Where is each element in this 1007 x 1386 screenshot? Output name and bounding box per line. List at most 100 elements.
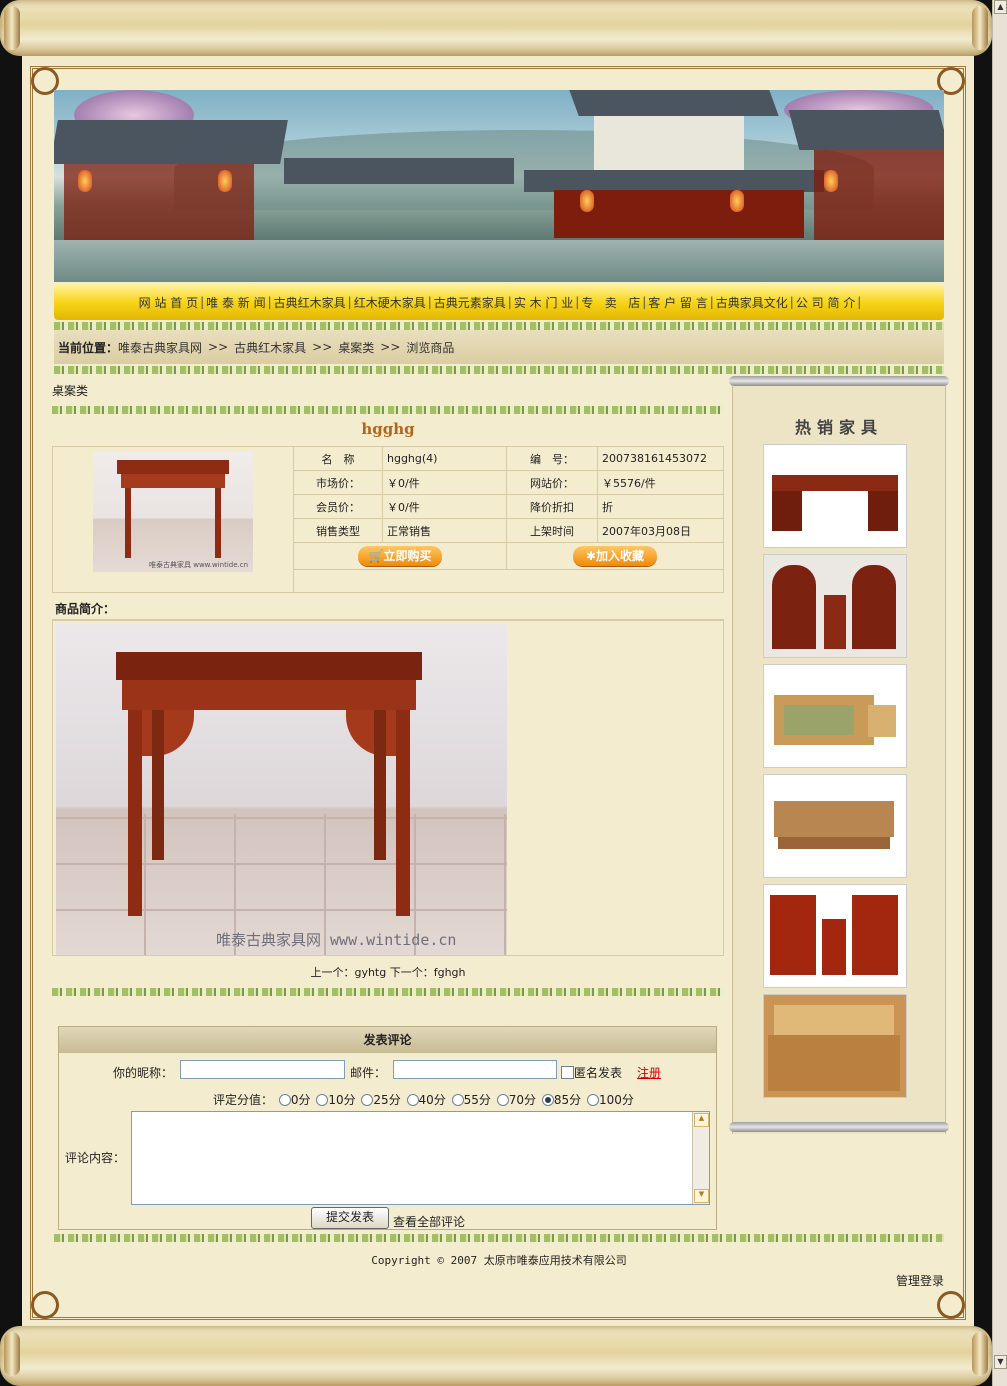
furniture-shape	[768, 1035, 900, 1091]
hot-product-carved-bed[interactable]	[763, 994, 907, 1098]
market-price-label: 市场价：	[293, 470, 383, 495]
table-leg-shape	[152, 710, 164, 860]
rating-row: 评定分值： 0分 10分 25分 40分 55分 70分 85分 100分	[213, 1091, 634, 1108]
nav-item-guestbook[interactable]: 客 户 留 言	[646, 294, 709, 311]
rating-option-label: 70分	[508, 1093, 537, 1107]
rating-radio-0[interactable]	[278, 1094, 291, 1106]
content-label: 评论内容：	[65, 1151, 126, 1165]
nav-item-home[interactable]: 网 站 首 页	[137, 294, 200, 311]
email-input[interactable]	[393, 1060, 557, 1079]
banner-roof	[788, 110, 944, 150]
rating-option-label: 0分	[290, 1093, 311, 1107]
lantern-icon	[218, 170, 232, 192]
view-all-comments-link[interactable]: 查看全部评论	[393, 1213, 465, 1230]
rating-radio-55[interactable]	[451, 1094, 464, 1106]
furniture-shape	[772, 475, 898, 491]
register-link[interactable]: 注册	[637, 1064, 661, 1081]
sidebar-scroll-roller	[729, 376, 949, 386]
frame-corner-ornament	[937, 1291, 965, 1319]
breadcrumb-link-category[interactable]: 古典红木家具	[234, 339, 306, 356]
rating-radio-85[interactable]	[541, 1094, 554, 1106]
add-favorite-button[interactable]: ✱加入收藏	[573, 546, 657, 566]
intro-heading: 商品简介：	[52, 598, 724, 620]
decorative-band	[54, 322, 944, 330]
roller-cap-left	[4, 1332, 20, 1376]
banner-roof	[284, 158, 514, 184]
site-price-label: 网站价：	[506, 470, 598, 495]
empty-cell	[293, 569, 724, 593]
hot-product-desk[interactable]	[763, 444, 907, 548]
rating-option-label: 55分	[463, 1093, 491, 1107]
nav-item-news[interactable]: 唯 泰 新 闻	[204, 294, 267, 311]
member-price-label: 会员价：	[293, 494, 383, 519]
discount-value: 折	[597, 494, 724, 519]
scroll-down-icon[interactable]: ▼	[994, 1355, 1007, 1369]
furniture-shape	[784, 705, 854, 735]
decorative-band	[52, 988, 724, 996]
buy-now-button[interactable]: 🛒立即购买	[358, 546, 442, 566]
prev-link[interactable]: gyhtg	[354, 966, 386, 979]
content-textarea[interactable]: ▲ ▼	[131, 1111, 710, 1205]
nav-item-culture[interactable]: 古典家具文化	[714, 294, 790, 311]
rating-radio-25[interactable]	[361, 1094, 374, 1106]
next-link[interactable]: fghgh	[434, 966, 466, 979]
hot-product-bed[interactable]	[763, 664, 907, 768]
rating-radio-40[interactable]	[406, 1094, 419, 1106]
nav-item-hardwood[interactable]: 红木硬木家具	[352, 294, 428, 311]
intro-box: 唯泰古典家具网 www.wintide.cn	[52, 620, 724, 956]
prev-next-nav: 上一个：gyhtg 下一个：fghgh	[52, 964, 724, 980]
anonymous-checkbox[interactable]	[561, 1066, 574, 1079]
sidebar-title: 热销家具	[794, 418, 883, 437]
furniture-shape	[868, 705, 896, 737]
scroll-down-icon[interactable]: ▼	[694, 1189, 709, 1203]
star-icon: ✱	[585, 549, 597, 563]
nav-item-stores[interactable]: 专 卖 店	[579, 294, 642, 311]
submit-comment-button[interactable]: 提交发表	[311, 1207, 389, 1229]
scroll-roller-bottom	[0, 1326, 992, 1386]
breadcrumb-link-home[interactable]: 唯泰古典家具网	[118, 339, 202, 356]
sidebar-scroll-roller	[729, 1122, 949, 1132]
frame-corner-ornament	[31, 1291, 59, 1319]
banner-water	[54, 240, 944, 282]
nickname-label: 你的昵称：	[113, 1066, 174, 1080]
nav-item-wood-doors[interactable]: 实 木 门 业	[512, 294, 575, 311]
thumbnail-watermark: 唯泰古典家具 www.wintide.cn	[149, 561, 249, 569]
nav-item-classic-redwood[interactable]: 古典红木家具	[272, 294, 348, 311]
hot-product-armchairs[interactable]	[763, 884, 907, 988]
anonymous-option[interactable]: 匿名发表	[561, 1064, 622, 1081]
textarea-scrollbar[interactable]: ▲ ▼	[692, 1112, 709, 1204]
scroll-up-icon[interactable]: ▲	[694, 1113, 709, 1127]
lantern-icon	[730, 190, 744, 212]
breadcrumb-link-subcategory[interactable]: 桌案类	[338, 339, 374, 356]
product-thumbnail[interactable]: 唯泰古典家具 www.wintide.cn	[93, 452, 253, 572]
breadcrumb-separator: >>	[380, 340, 401, 354]
hot-product-chairs[interactable]	[763, 554, 907, 658]
hot-product-daybed[interactable]	[763, 774, 907, 878]
nickname-input[interactable]	[180, 1060, 345, 1079]
footer-copyright: Copyright © 2007 太原市唯泰应用技术有限公司	[371, 1254, 627, 1267]
furniture-shape	[774, 1005, 894, 1035]
admin-login-link[interactable]: 管理登录	[896, 1272, 944, 1289]
nav-item-about[interactable]: 公 司 简 介	[794, 294, 857, 311]
nav-separator: |	[857, 295, 862, 309]
banner-roof	[524, 170, 824, 192]
breadcrumb: 当前位置： 唯泰古典家具网 >> 古典红木家具 >> 桌案类 >> 浏览商品	[54, 330, 944, 364]
banner-roof	[54, 120, 288, 164]
rating-option-label: 40分	[418, 1093, 446, 1107]
cart-icon: 🛒	[368, 549, 384, 563]
site-price-value: ￥5576/件	[597, 470, 724, 495]
rating-radio-70[interactable]	[496, 1094, 509, 1106]
rating-radio-10[interactable]	[316, 1094, 329, 1106]
nav-item-classic-element[interactable]: 古典元素家具	[432, 294, 508, 311]
scroll-up-icon[interactable]: ▲	[994, 0, 1007, 14]
market-price-value: ￥0/件	[382, 470, 507, 495]
add-favorite-label: 加入收藏	[596, 549, 645, 563]
page-scrollbar[interactable]: ▲ ▼	[992, 0, 1007, 1386]
roller-cap-left	[4, 6, 20, 50]
roller-cap-right	[972, 6, 988, 50]
header-banner-image	[54, 90, 944, 282]
breadcrumb-current: 浏览商品	[406, 340, 455, 355]
rating-radio-100[interactable]	[586, 1094, 599, 1106]
furniture-shape	[852, 895, 898, 975]
rating-option-label: 100分	[598, 1093, 634, 1107]
